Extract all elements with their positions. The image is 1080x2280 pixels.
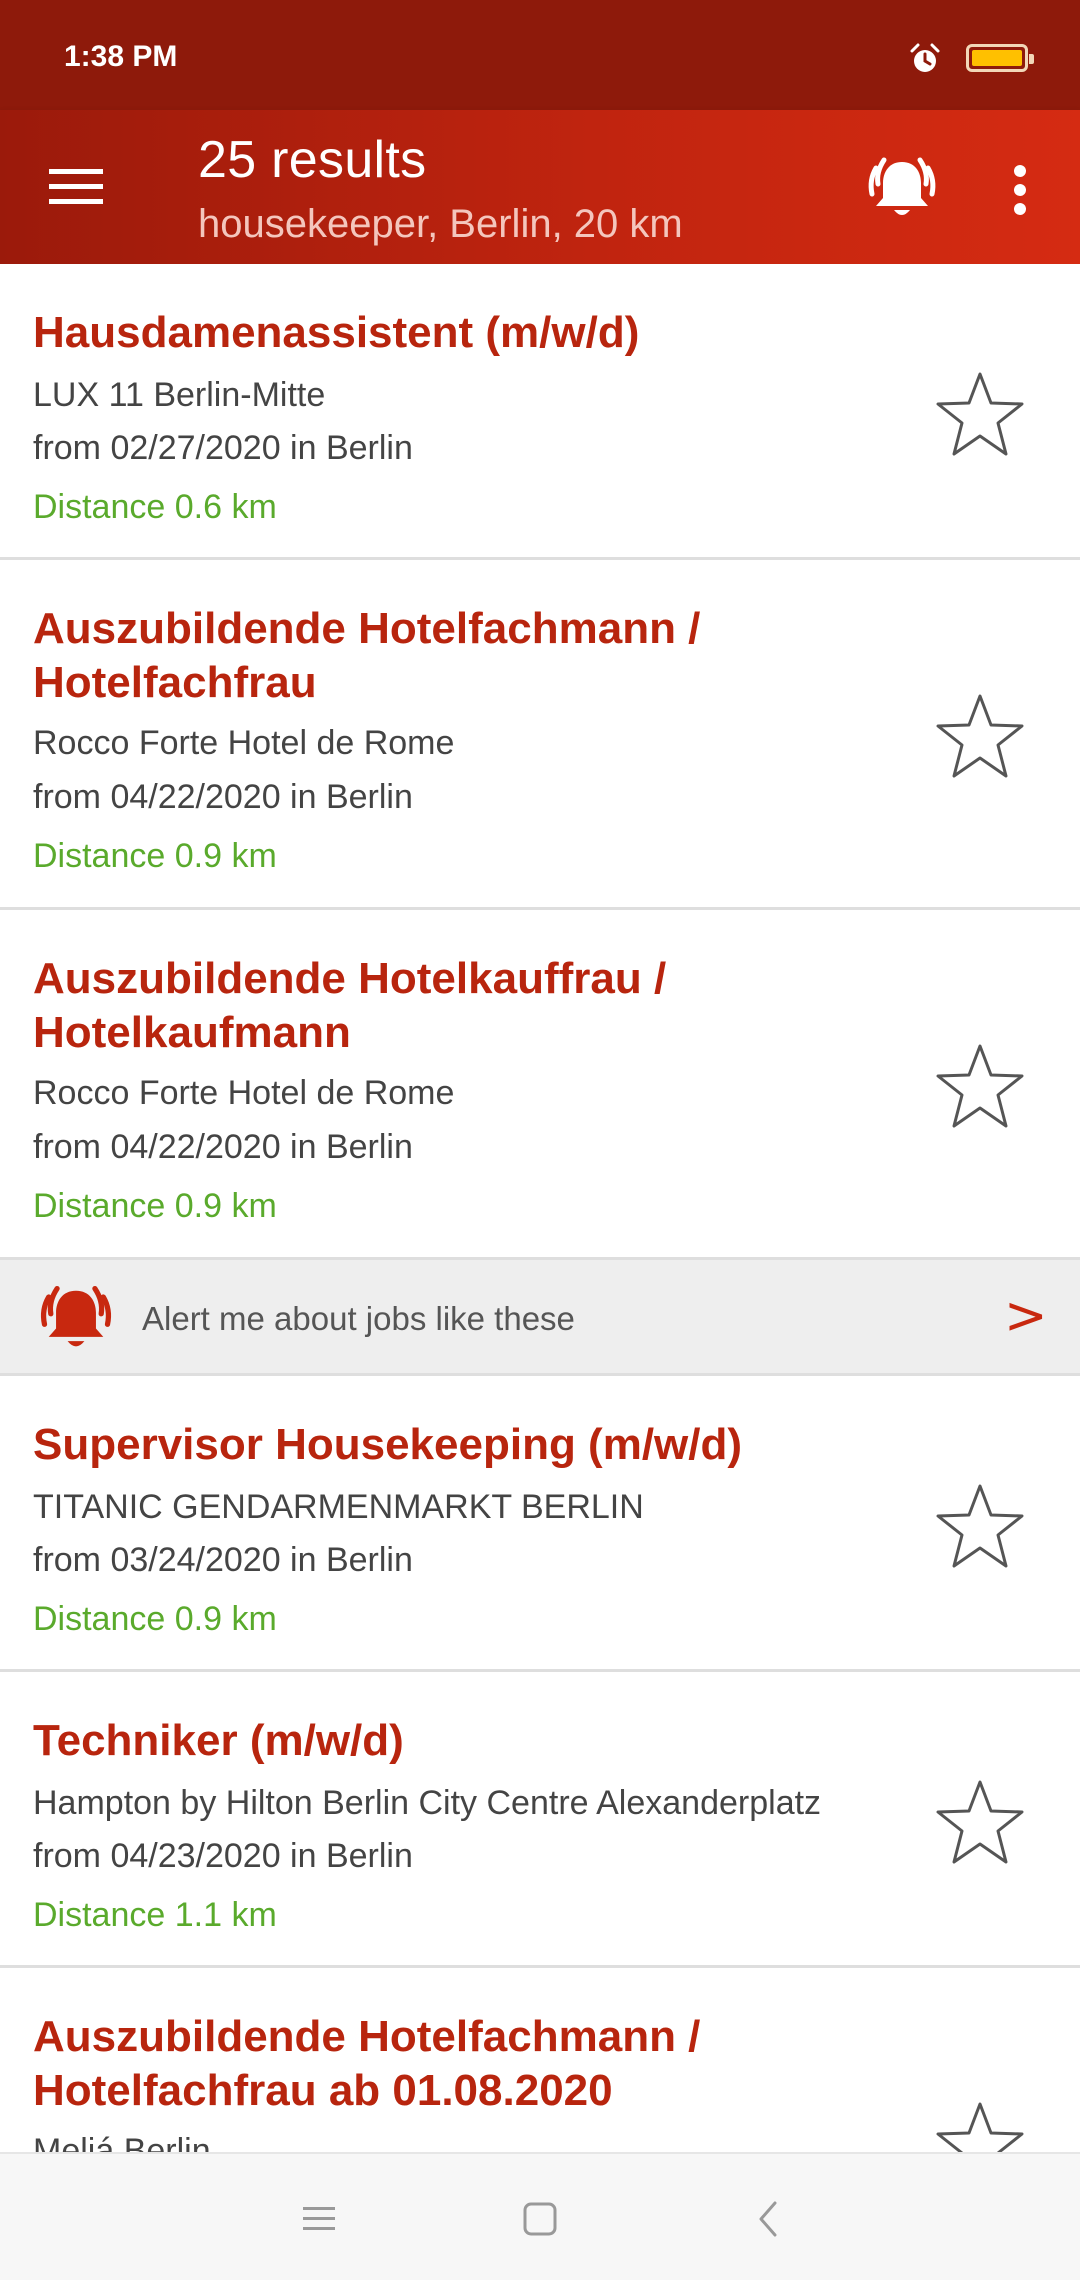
job-list-item[interactable]: Supervisor Housekeeping (m/w/d) TITANIC … xyxy=(0,1376,1080,1672)
favorite-button[interactable] xyxy=(930,1476,1030,1576)
star-outline-icon xyxy=(936,372,1024,456)
nav-home-button[interactable] xyxy=(505,2184,575,2254)
job-company: Meliá Berlin xyxy=(33,2132,211,2152)
job-list-item[interactable]: Hausdamenassistent (m/w/d) LUX 11 Berlin… xyxy=(0,264,1080,560)
status-bar: 1:38 PM xyxy=(0,0,1080,110)
job-alert-button[interactable] xyxy=(856,142,948,234)
star-outline-icon xyxy=(936,1044,1024,1128)
more-vert-icon xyxy=(1014,165,1026,215)
job-title: Supervisor Housekeeping (m/w/d) xyxy=(33,1420,743,1469)
job-company: Rocco Forte Hotel de Rome xyxy=(33,724,455,762)
star-outline-icon xyxy=(936,1484,1024,1568)
nav-recents-button[interactable] xyxy=(284,2184,354,2254)
job-distance: Distance 1.1 km xyxy=(33,1896,277,1934)
job-date: from 03/24/2020 in Berlin xyxy=(33,1541,413,1579)
chevron-right-icon: > xyxy=(1004,1286,1048,1346)
nav-back-button[interactable] xyxy=(732,2184,802,2254)
create-job-alert-banner[interactable]: Alert me about jobs like these > xyxy=(0,1260,1080,1376)
job-distance: Distance 0.9 km xyxy=(33,1187,277,1225)
star-outline-icon xyxy=(936,694,1024,778)
job-title: Auszubildende Hotelfachmann / Hotelfachf… xyxy=(33,2012,701,2115)
results-list[interactable]: Hausdamenassistent (m/w/d) LUX 11 Berlin… xyxy=(0,264,1080,2152)
job-company: TITANIC GENDARMENMARKT BERLIN xyxy=(33,1488,644,1526)
job-distance: Distance 0.6 km xyxy=(33,488,277,526)
status-time: 1:38 PM xyxy=(64,40,178,73)
job-title: Auszubildende Hotelfachmann / Hotelfachf… xyxy=(33,604,701,707)
back-icon xyxy=(759,2201,777,2237)
job-list-item[interactable]: Auszubildende Hotelfachmann / Hotelfachf… xyxy=(0,1968,1080,2152)
menu-icon xyxy=(49,169,103,204)
job-list-item[interactable]: Auszubildende Hotelfachmann / Hotelfachf… xyxy=(0,560,1080,910)
menu-button[interactable] xyxy=(30,148,122,226)
job-company: LUX 11 Berlin-Mitte xyxy=(33,376,326,414)
job-list-item[interactable]: Auszubildende Hotelkauffrau / Hotelkaufm… xyxy=(0,910,1080,1260)
alert-banner-label: Alert me about jobs like these xyxy=(142,1300,575,1337)
star-outline-icon xyxy=(936,2102,1024,2152)
alert-bell-icon xyxy=(868,157,936,215)
page-title: 25 results xyxy=(198,131,427,189)
job-date: from 04/22/2020 in Berlin xyxy=(33,1128,413,1166)
alert-bell-icon xyxy=(34,1276,118,1360)
search-summary: housekeeper, Berlin, 20 km xyxy=(198,202,683,246)
job-title: Techniker (m/w/d) xyxy=(33,1716,404,1765)
favorite-button[interactable] xyxy=(930,1036,1030,1136)
job-title: Auszubildende Hotelkauffrau / Hotelkaufm… xyxy=(33,954,667,1057)
recents-icon xyxy=(303,2207,335,2230)
job-date: from 02/27/2020 in Berlin xyxy=(33,429,413,467)
favorite-button[interactable] xyxy=(930,1772,1030,1872)
job-distance: Distance 0.9 km xyxy=(33,837,277,875)
alarm-icon xyxy=(908,42,942,76)
job-distance: Distance 0.9 km xyxy=(33,1600,277,1638)
battery-icon xyxy=(966,44,1034,72)
job-date: from 04/23/2020 in Berlin xyxy=(33,1837,413,1875)
more-options-button[interactable] xyxy=(990,150,1050,230)
app-toolbar: 25 results housekeeper, Berlin, 20 km xyxy=(0,110,1080,264)
favorite-button[interactable] xyxy=(930,2094,1030,2152)
home-icon xyxy=(523,2202,557,2236)
favorite-button[interactable] xyxy=(930,364,1030,464)
job-title: Hausdamenassistent (m/w/d) xyxy=(33,308,640,357)
system-nav-bar xyxy=(0,2152,1080,2280)
star-outline-icon xyxy=(936,1780,1024,1864)
job-company: Rocco Forte Hotel de Rome xyxy=(33,1074,455,1112)
job-date: from 04/22/2020 in Berlin xyxy=(33,778,413,816)
job-list-item[interactable]: Techniker (m/w/d) Hampton by Hilton Berl… xyxy=(0,1672,1080,1968)
favorite-button[interactable] xyxy=(930,686,1030,786)
job-company: Hampton by Hilton Berlin City Centre Ale… xyxy=(33,1784,822,1822)
